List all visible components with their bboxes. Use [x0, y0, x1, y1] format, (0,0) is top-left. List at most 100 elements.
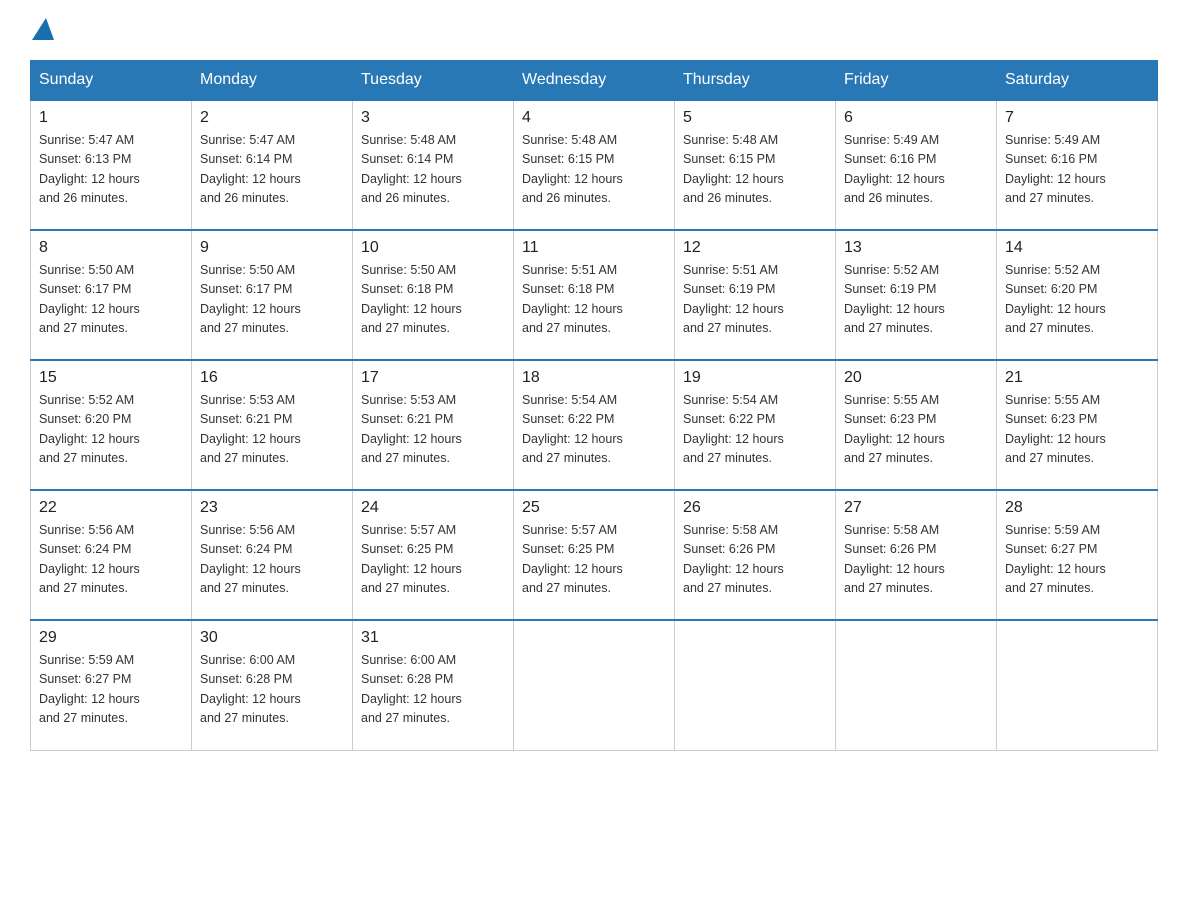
calendar-cell: 31 Sunrise: 6:00 AMSunset: 6:28 PMDayligh…: [353, 620, 514, 750]
calendar-cell: 29 Sunrise: 5:59 AMSunset: 6:27 PMDayligh…: [31, 620, 192, 750]
day-info: Sunrise: 5:59 AMSunset: 6:27 PMDaylight:…: [1005, 521, 1149, 599]
day-info: Sunrise: 5:59 AMSunset: 6:27 PMDaylight:…: [39, 651, 183, 729]
day-info: Sunrise: 5:49 AMSunset: 6:16 PMDaylight:…: [844, 131, 988, 209]
day-info: Sunrise: 5:53 AMSunset: 6:21 PMDaylight:…: [361, 391, 505, 469]
day-info: Sunrise: 5:51 AMSunset: 6:18 PMDaylight:…: [522, 261, 666, 339]
calendar-cell: [836, 620, 997, 750]
calendar-cell: 17 Sunrise: 5:53 AMSunset: 6:21 PMDayligh…: [353, 360, 514, 490]
day-number: 23: [200, 499, 344, 517]
day-info: Sunrise: 5:48 AMSunset: 6:15 PMDaylight:…: [683, 131, 827, 209]
day-info: Sunrise: 5:53 AMSunset: 6:21 PMDaylight:…: [200, 391, 344, 469]
day-number: 21: [1005, 369, 1149, 387]
logo-triangle-icon: [32, 18, 54, 40]
day-number: 4: [522, 109, 666, 127]
calendar-cell: 26 Sunrise: 5:58 AMSunset: 6:26 PMDayligh…: [675, 490, 836, 620]
day-number: 9: [200, 239, 344, 257]
day-info: Sunrise: 5:51 AMSunset: 6:19 PMDaylight:…: [683, 261, 827, 339]
day-number: 11: [522, 239, 666, 257]
day-info: Sunrise: 5:50 AMSunset: 6:18 PMDaylight:…: [361, 261, 505, 339]
calendar-header-thursday: Thursday: [675, 61, 836, 101]
calendar-cell: 8 Sunrise: 5:50 AMSunset: 6:17 PMDaylight…: [31, 230, 192, 360]
day-number: 8: [39, 239, 183, 257]
day-number: 14: [1005, 239, 1149, 257]
calendar-table: SundayMondayTuesdayWednesdayThursdayFrid…: [30, 60, 1158, 751]
day-info: Sunrise: 5:56 AMSunset: 6:24 PMDaylight:…: [200, 521, 344, 599]
day-info: Sunrise: 5:47 AMSunset: 6:14 PMDaylight:…: [200, 131, 344, 209]
calendar-cell: 5 Sunrise: 5:48 AMSunset: 6:15 PMDaylight…: [675, 100, 836, 230]
calendar-week-row: 29 Sunrise: 5:59 AMSunset: 6:27 PMDayligh…: [31, 620, 1158, 750]
day-info: Sunrise: 5:55 AMSunset: 6:23 PMDaylight:…: [844, 391, 988, 469]
day-number: 27: [844, 499, 988, 517]
day-number: 25: [522, 499, 666, 517]
day-info: Sunrise: 6:00 AMSunset: 6:28 PMDaylight:…: [200, 651, 344, 729]
calendar-cell: 19 Sunrise: 5:54 AMSunset: 6:22 PMDayligh…: [675, 360, 836, 490]
day-number: 16: [200, 369, 344, 387]
day-number: 17: [361, 369, 505, 387]
day-number: 31: [361, 629, 505, 647]
day-number: 10: [361, 239, 505, 257]
day-info: Sunrise: 5:48 AMSunset: 6:15 PMDaylight:…: [522, 131, 666, 209]
calendar-cell: 3Sunrise: 5:48 AMSunset: 6:14 PMDaylight…: [353, 100, 514, 230]
calendar-cell: 20 Sunrise: 5:55 AMSunset: 6:23 PMDayligh…: [836, 360, 997, 490]
calendar-cell: 14Sunrise: 5:52 AMSunset: 6:20 PMDayligh…: [997, 230, 1158, 360]
calendar-cell: 1Sunrise: 5:47 AMSunset: 6:13 PMDaylight…: [31, 100, 192, 230]
day-info: Sunrise: 5:47 AMSunset: 6:13 PMDaylight:…: [39, 131, 183, 209]
day-info: Sunrise: 5:49 AMSunset: 6:16 PMDaylight:…: [1005, 131, 1149, 209]
calendar-cell: [675, 620, 836, 750]
day-number: 2: [200, 109, 344, 127]
calendar-cell: 7 Sunrise: 5:49 AMSunset: 6:16 PMDaylight…: [997, 100, 1158, 230]
day-number: 28: [1005, 499, 1149, 517]
calendar-cell: 10 Sunrise: 5:50 AMSunset: 6:18 PMDayligh…: [353, 230, 514, 360]
calendar-cell: 27Sunrise: 5:58 AMSunset: 6:26 PMDayligh…: [836, 490, 997, 620]
day-info: Sunrise: 5:58 AMSunset: 6:26 PMDaylight:…: [683, 521, 827, 599]
calendar-header-row: SundayMondayTuesdayWednesdayThursdayFrid…: [31, 61, 1158, 101]
day-info: Sunrise: 5:57 AMSunset: 6:25 PMDaylight:…: [361, 521, 505, 599]
day-number: 7: [1005, 109, 1149, 127]
day-number: 13: [844, 239, 988, 257]
calendar-cell: 12 Sunrise: 5:51 AMSunset: 6:19 PMDayligh…: [675, 230, 836, 360]
day-info: Sunrise: 5:48 AMSunset: 6:14 PMDaylight:…: [361, 131, 505, 209]
calendar-cell: 23 Sunrise: 5:56 AMSunset: 6:24 PMDayligh…: [192, 490, 353, 620]
calendar-cell: [997, 620, 1158, 750]
day-info: Sunrise: 5:54 AMSunset: 6:22 PMDaylight:…: [683, 391, 827, 469]
calendar-header-sunday: Sunday: [31, 61, 192, 101]
day-number: 19: [683, 369, 827, 387]
calendar-header-monday: Monday: [192, 61, 353, 101]
calendar-cell: 6Sunrise: 5:49 AMSunset: 6:16 PMDaylight…: [836, 100, 997, 230]
day-info: Sunrise: 5:56 AMSunset: 6:24 PMDaylight:…: [39, 521, 183, 599]
day-info: Sunrise: 5:55 AMSunset: 6:23 PMDaylight:…: [1005, 391, 1149, 469]
calendar-header-friday: Friday: [836, 61, 997, 101]
day-number: 12: [683, 239, 827, 257]
calendar-cell: 9Sunrise: 5:50 AMSunset: 6:17 PMDaylight…: [192, 230, 353, 360]
day-info: Sunrise: 6:00 AMSunset: 6:28 PMDaylight:…: [361, 651, 505, 729]
day-info: Sunrise: 5:57 AMSunset: 6:25 PMDaylight:…: [522, 521, 666, 599]
day-info: Sunrise: 5:52 AMSunset: 6:20 PMDaylight:…: [39, 391, 183, 469]
calendar-cell: 18Sunrise: 5:54 AMSunset: 6:22 PMDayligh…: [514, 360, 675, 490]
calendar-cell: 16 Sunrise: 5:53 AMSunset: 6:21 PMDayligh…: [192, 360, 353, 490]
calendar-cell: 28 Sunrise: 5:59 AMSunset: 6:27 PMDayligh…: [997, 490, 1158, 620]
day-number: 24: [361, 499, 505, 517]
day-info: Sunrise: 5:50 AMSunset: 6:17 PMDaylight:…: [39, 261, 183, 339]
day-number: 15: [39, 369, 183, 387]
calendar-header-wednesday: Wednesday: [514, 61, 675, 101]
day-info: Sunrise: 5:52 AMSunset: 6:19 PMDaylight:…: [844, 261, 988, 339]
calendar-cell: 13 Sunrise: 5:52 AMSunset: 6:19 PMDayligh…: [836, 230, 997, 360]
day-number: 18: [522, 369, 666, 387]
day-number: 26: [683, 499, 827, 517]
day-number: 29: [39, 629, 183, 647]
calendar-cell: 4 Sunrise: 5:48 AMSunset: 6:15 PMDaylight…: [514, 100, 675, 230]
calendar-cell: 11 Sunrise: 5:51 AMSunset: 6:18 PMDayligh…: [514, 230, 675, 360]
calendar-week-row: 8 Sunrise: 5:50 AMSunset: 6:17 PMDaylight…: [31, 230, 1158, 360]
calendar-cell: 24 Sunrise: 5:57 AMSunset: 6:25 PMDayligh…: [353, 490, 514, 620]
calendar-week-row: 15 Sunrise: 5:52 AMSunset: 6:20 PMDayligh…: [31, 360, 1158, 490]
day-number: 22: [39, 499, 183, 517]
calendar-week-row: 22 Sunrise: 5:56 AMSunset: 6:24 PMDayligh…: [31, 490, 1158, 620]
calendar-cell: 30Sunrise: 6:00 AMSunset: 6:28 PMDayligh…: [192, 620, 353, 750]
day-number: 20: [844, 369, 988, 387]
calendar-cell: 2 Sunrise: 5:47 AMSunset: 6:14 PMDaylight…: [192, 100, 353, 230]
calendar-cell: 15 Sunrise: 5:52 AMSunset: 6:20 PMDayligh…: [31, 360, 192, 490]
calendar-header-tuesday: Tuesday: [353, 61, 514, 101]
day-number: 5: [683, 109, 827, 127]
calendar-week-row: 1Sunrise: 5:47 AMSunset: 6:13 PMDaylight…: [31, 100, 1158, 230]
calendar-cell: [514, 620, 675, 750]
